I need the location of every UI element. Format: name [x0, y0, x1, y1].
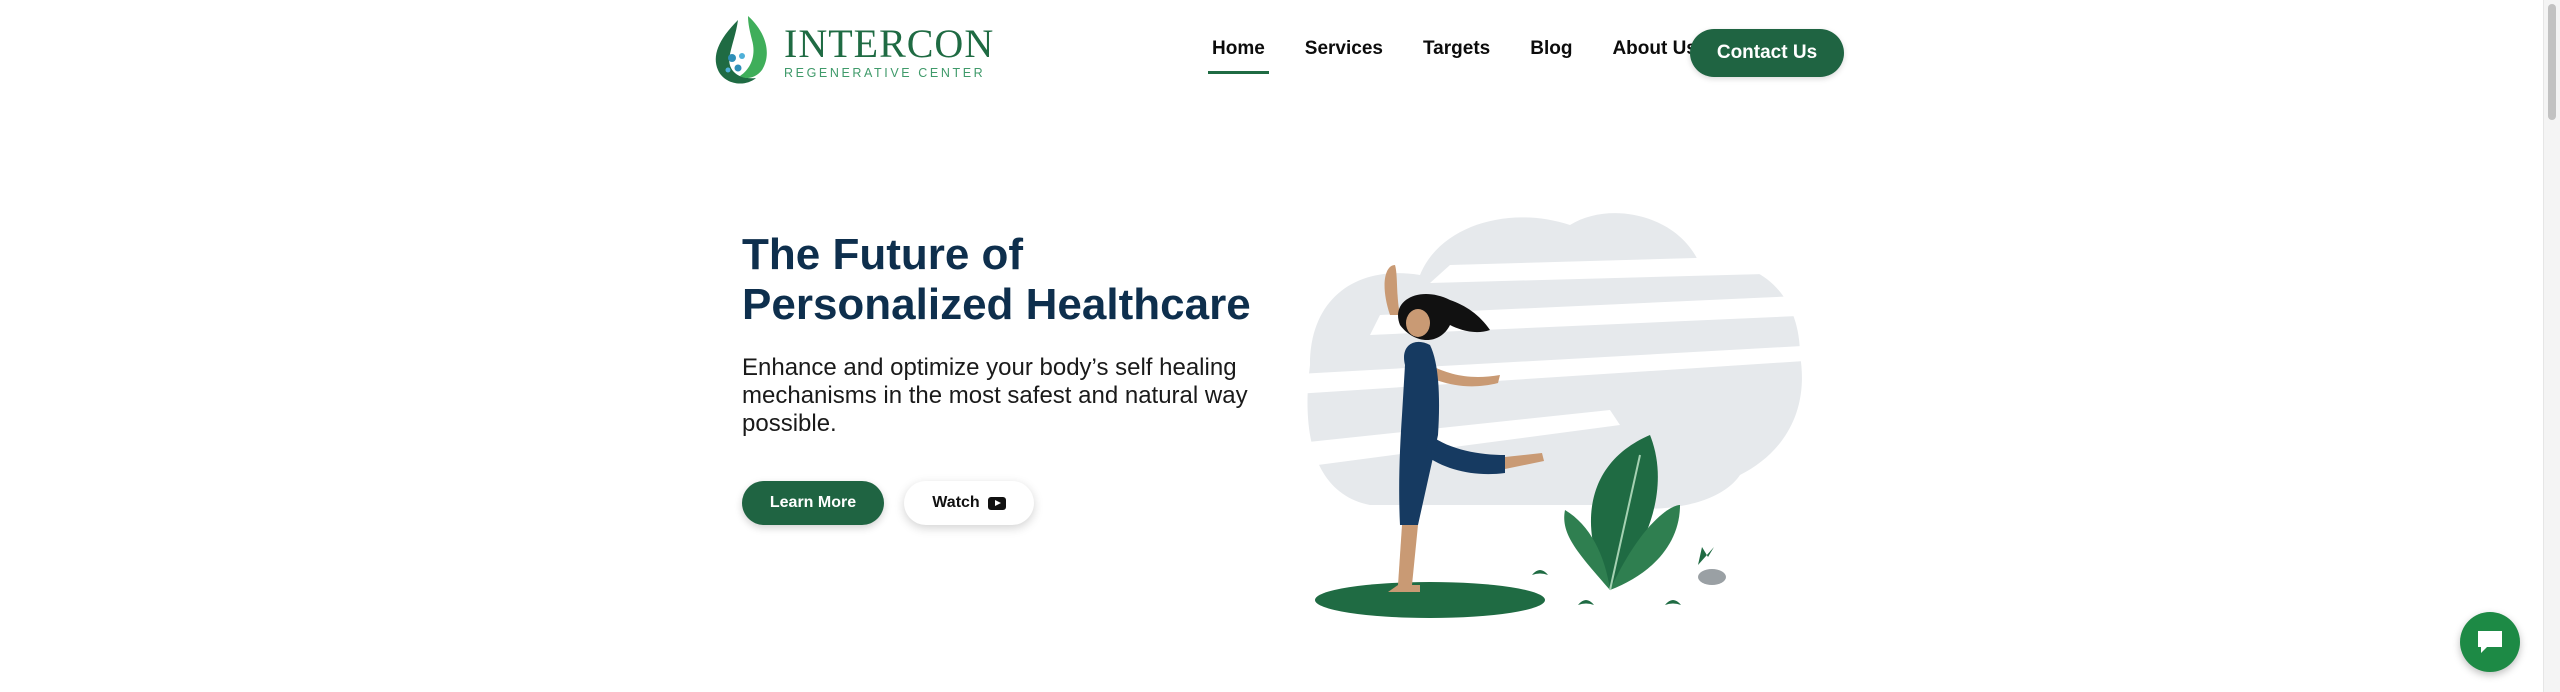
brand-name: INTERCON: [784, 21, 995, 66]
hero-title: The Future of Personalized Healthcare: [742, 230, 1251, 329]
contact-us-button[interactable]: Contact Us: [1690, 29, 1844, 77]
scrollbar-thumb[interactable]: [2548, 4, 2556, 120]
page-scrollbar[interactable]: [2543, 0, 2560, 692]
chat-widget-button[interactable]: [2460, 612, 2520, 672]
nav-item-services[interactable]: Services: [1305, 38, 1383, 70]
hero-illustration: [1280, 213, 1820, 618]
watch-button[interactable]: Watch: [904, 481, 1034, 525]
watch-label: Watch: [932, 494, 980, 511]
youtube-play-icon: [987, 496, 1006, 510]
leaf-drop-logo-icon: [715, 16, 767, 84]
ground-shadow-icon: [1315, 582, 1545, 618]
brand-logo[interactable]: INTERCON REGENERATIVE CENTER: [708, 14, 994, 90]
brand-tagline: REGENERATIVE CENTER: [784, 66, 986, 80]
nav-item-blog[interactable]: Blog: [1530, 38, 1572, 70]
hero-actions: Learn More Watch: [742, 481, 1034, 525]
hero-subtitle: Enhance and optimize your body’s self he…: [742, 354, 1248, 437]
nav-item-about-us[interactable]: About Us: [1612, 38, 1696, 70]
main-nav: Home Services Targets Blog About Us: [1208, 38, 1697, 74]
learn-more-button[interactable]: Learn More: [742, 481, 884, 525]
nav-item-home[interactable]: Home: [1208, 38, 1269, 74]
nav-item-targets[interactable]: Targets: [1423, 38, 1490, 70]
chat-bubble-icon: [2478, 631, 2502, 653]
